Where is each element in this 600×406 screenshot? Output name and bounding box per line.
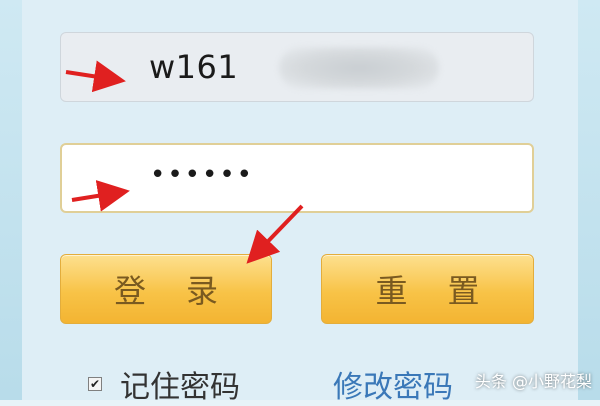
arrow-to-username <box>65 60 126 93</box>
arrow-to-password <box>71 179 130 212</box>
watermark: 头条 @小野花梨 <box>474 372 592 391</box>
arrow-to-login-button <box>246 204 304 264</box>
annotation-arrows <box>65 60 304 264</box>
